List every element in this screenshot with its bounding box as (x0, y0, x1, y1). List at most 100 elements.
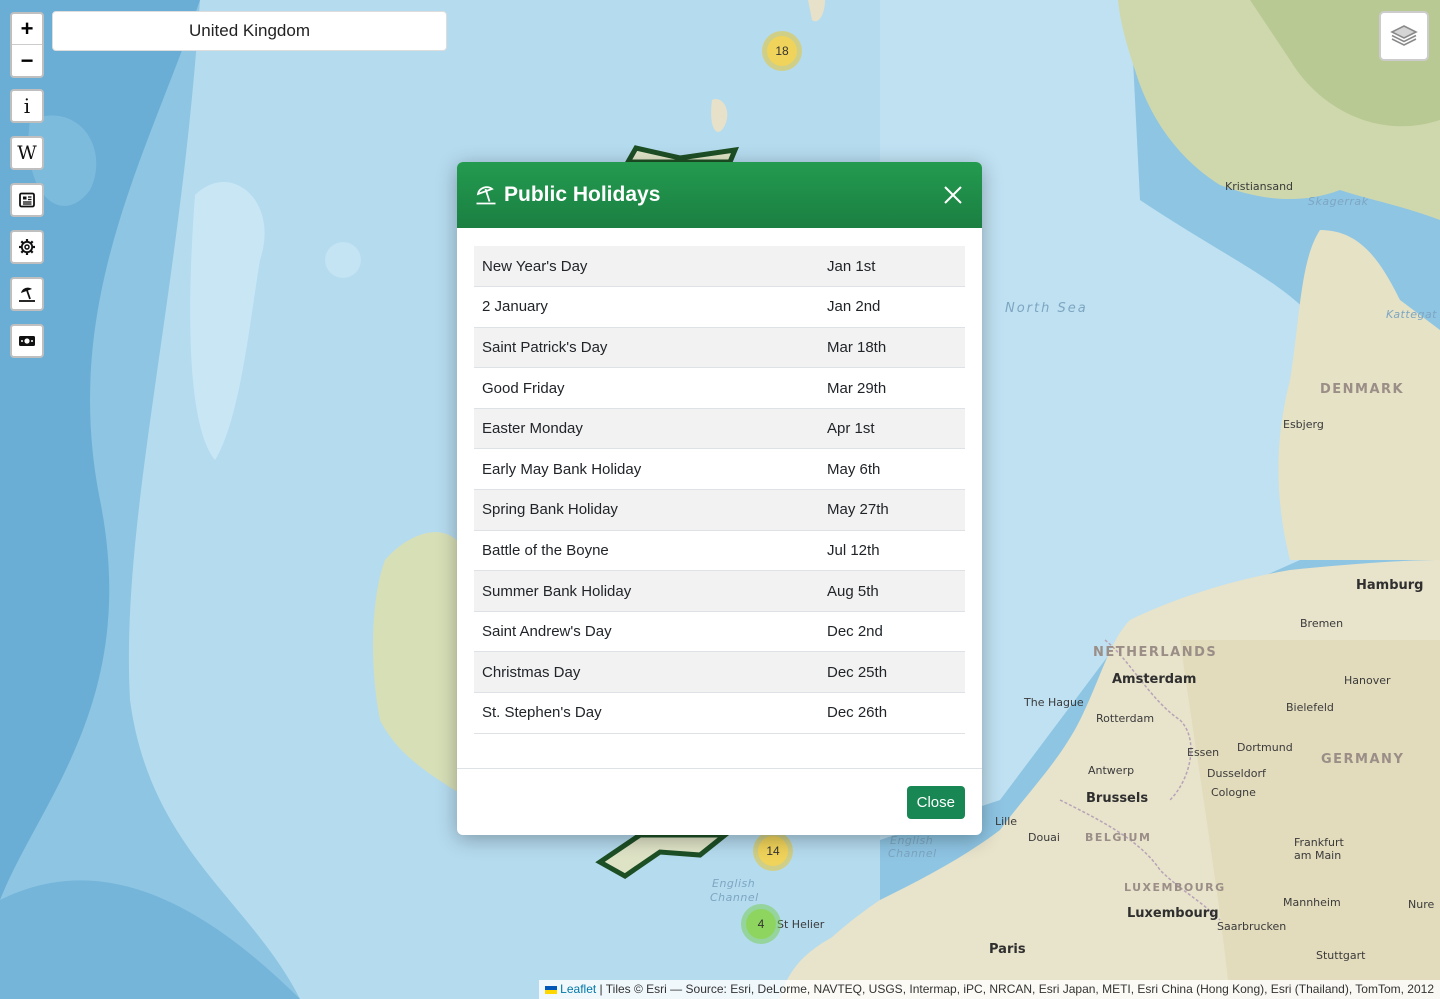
map-label-city: Stuttgart (1316, 949, 1366, 962)
map-label-city: Essen (1187, 746, 1220, 759)
cluster-marker[interactable]: 18 (762, 31, 802, 71)
holiday-date: Dec 25th (827, 663, 888, 681)
holiday-name: Early May Bank Holiday (482, 460, 642, 478)
table-row: New Year's Day Jan 1st (474, 246, 965, 287)
map-label-city: Luxembourg (1127, 906, 1219, 921)
country-search-value: United Kingdom (189, 21, 310, 40)
table-row: Good Friday Mar 29th (474, 368, 965, 409)
table-row: Easter Monday Apr 1st (474, 408, 965, 449)
map-label-city: Esbjerg (1283, 418, 1324, 431)
map-label-city: am Main (1294, 849, 1342, 862)
holiday-name: Spring Bank Holiday (482, 501, 618, 519)
holiday-name: Christmas Day (482, 663, 581, 681)
news-button[interactable] (10, 183, 44, 217)
holiday-name: Battle of the Boyne (482, 541, 609, 559)
modal-header: Public Holidays (457, 162, 982, 228)
map-label-city: Nure (1408, 898, 1435, 911)
map-label-city: Douai (1028, 831, 1060, 844)
map-label-city: Dusseldorf (1207, 767, 1266, 780)
holiday-name: 2 January (482, 298, 548, 316)
cluster-marker[interactable]: 14 (753, 831, 793, 871)
map-label-english-channel: Channel (888, 847, 937, 860)
holiday-date: Apr 1st (827, 420, 875, 438)
map-label-city: Frankfurt (1294, 836, 1344, 849)
attribution-separator: | (596, 982, 606, 996)
map-label-city: Mannheim (1283, 896, 1341, 909)
table-row: Battle of the Boyne Jul 12th (474, 530, 965, 571)
currency-button[interactable] (10, 324, 44, 358)
map-label-netherlands: NETHERLANDS (1093, 645, 1218, 660)
holiday-date: Jan 1st (827, 257, 876, 275)
holiday-date: May 27th (827, 501, 889, 519)
map-label-city: Hamburg (1356, 578, 1424, 593)
map-label-english-channel: English (890, 834, 934, 847)
country-search-field[interactable]: United Kingdom (52, 11, 447, 51)
map-label-city: Kristiansand (1225, 180, 1294, 193)
map-label-city: Amsterdam (1112, 672, 1197, 687)
map-label-city: Rotterdam (1096, 712, 1155, 725)
map-label-city: Lille (995, 815, 1018, 828)
holiday-date: Mar 29th (827, 379, 887, 397)
table-row: Saint Andrew's Day Dec 2nd (474, 611, 965, 652)
news-icon (19, 192, 35, 208)
wikipedia-icon: W (17, 142, 37, 164)
map-label-north-sea: North Sea (1005, 301, 1088, 316)
map-label-city: Saarbrucken (1217, 920, 1287, 933)
zoom-in-button[interactable]: + (12, 14, 42, 45)
table-row: 2 January Jan 2nd (474, 287, 965, 328)
modal-body: New Year's Day Jan 1st 2 January Jan 2nd S… (457, 228, 982, 769)
settings-icon (19, 239, 35, 255)
map-label-city: Dortmund (1237, 741, 1293, 754)
map-label-city: Cologne (1211, 786, 1256, 799)
info-icon: i (23, 94, 31, 118)
money-icon (19, 336, 35, 346)
map-label-city: St Helier (777, 918, 825, 931)
table-row: Christmas Day Dec 25th (474, 651, 965, 693)
holiday-date: Mar 18th (827, 338, 887, 356)
wikipedia-button[interactable]: W (10, 136, 44, 170)
ukraine-flag-icon (545, 985, 558, 994)
holiday-date: Jul 12th (827, 541, 880, 559)
map-label-english-channel: English (712, 877, 756, 890)
holiday-date: May 6th (827, 460, 881, 478)
map-label-city: The Hague (1024, 696, 1084, 709)
holiday-name: Saint Andrew's Day (482, 623, 612, 641)
holidays-button[interactable] (10, 277, 44, 311)
zoom-out-button[interactable]: − (12, 45, 42, 76)
map-label-city: Antwerp (1088, 764, 1135, 777)
table-row: St. Stephen's Day Dec 26th (474, 693, 965, 734)
map-label-germany: GERMANY (1321, 752, 1405, 767)
layers-icon (1390, 25, 1418, 46)
table-row: Saint Patrick's Day Mar 18th (474, 327, 965, 368)
map-label-city: Bremen (1300, 617, 1344, 630)
holiday-name: Easter Monday (482, 420, 583, 438)
table-row: Spring Bank Holiday May 27th (474, 489, 965, 531)
holiday-name: St. Stephen's Day (482, 704, 602, 722)
map-label-denmark: DENMARK (1320, 382, 1405, 397)
close-icon[interactable] (942, 184, 964, 206)
map-label-skagerrak: Skagerrak (1308, 195, 1369, 208)
settings-button[interactable] (10, 230, 44, 264)
holiday-name: Saint Patrick's Day (482, 338, 608, 356)
holidays-modal: Public Holidays New Year's Day Jan 1st 2 … (457, 162, 982, 835)
zoom-control: + − (10, 12, 44, 78)
close-button[interactable]: Close (906, 785, 965, 819)
holiday-date: Jan 2nd (827, 298, 881, 316)
map-label-city: Hanover (1344, 674, 1391, 687)
holidays-table: New Year's Day Jan 1st 2 January Jan 2nd S… (474, 246, 965, 734)
holiday-date: Aug 5th (827, 582, 879, 600)
map-label-kattegat: Kattegat (1386, 308, 1437, 321)
map-label-belgium: BELGIUM (1085, 831, 1152, 844)
map-label-english-channel: Channel (710, 891, 759, 904)
table-row: Early May Bank Holiday May 6th (474, 449, 965, 490)
beach-umbrella-icon (476, 186, 496, 205)
info-button[interactable]: i (10, 89, 44, 123)
cluster-marker[interactable]: 4 (741, 904, 781, 944)
leaflet-link[interactable]: Leaflet (560, 982, 596, 996)
holiday-name: New Year's Day (482, 257, 588, 275)
holiday-date: Dec 2nd (827, 623, 883, 641)
attribution-text: Tiles © Esri — Source: Esri, DeLorme, NA… (605, 982, 1434, 996)
map-label-city: Bielefeld (1286, 701, 1334, 714)
layers-button[interactable] (1379, 11, 1429, 61)
map-label-luxembourg-country: LUXEMBOURG (1124, 881, 1226, 894)
